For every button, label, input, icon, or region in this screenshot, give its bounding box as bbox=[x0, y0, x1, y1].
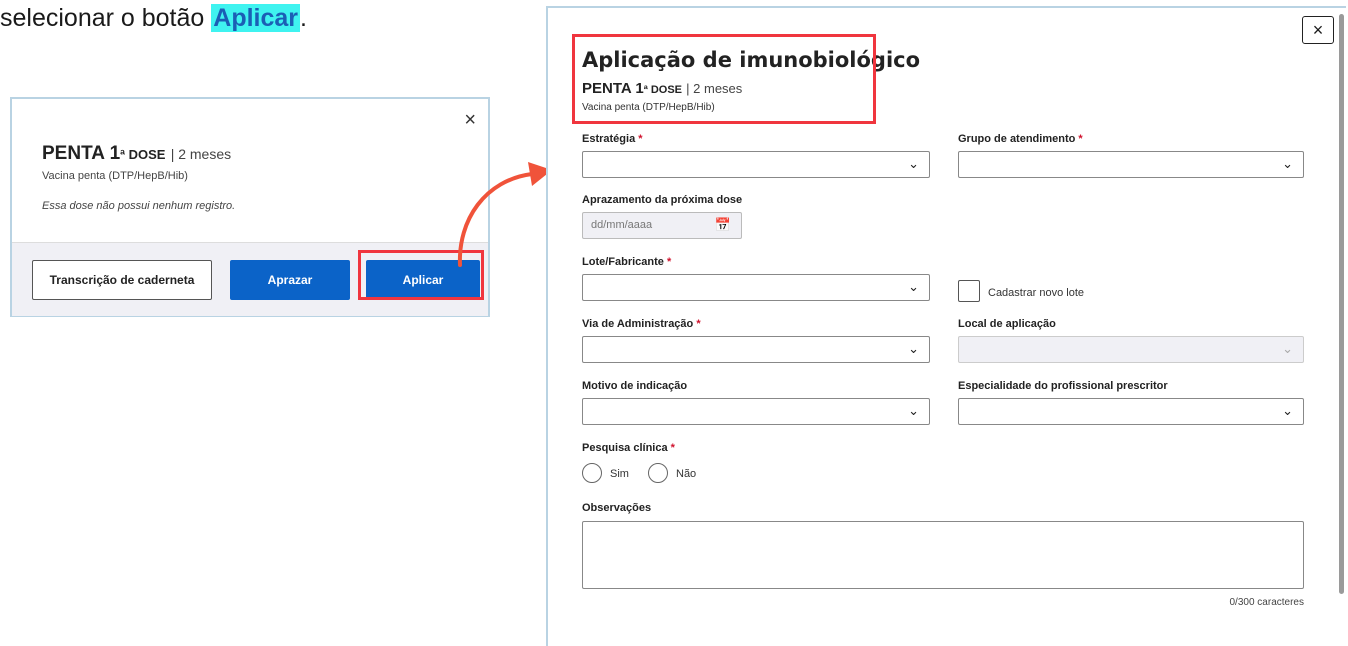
chevron-down-icon: ⌄ bbox=[908, 403, 919, 418]
via-label: Via de Administração * bbox=[582, 318, 701, 330]
char-counter: 0/300 caracteres bbox=[1229, 597, 1305, 608]
instruction-suffix: . bbox=[300, 4, 307, 32]
vaccine-description: Vacina penta (DTP/HepB/Hib) bbox=[42, 170, 188, 182]
especialidade-label: Especialidade do profissional prescritor bbox=[958, 380, 1168, 392]
chevron-down-icon: ⌄ bbox=[1282, 156, 1293, 171]
sim-label: Sim bbox=[610, 468, 629, 480]
close-button[interactable]: × bbox=[1302, 16, 1334, 44]
lote-select[interactable]: ⌄ bbox=[582, 274, 930, 301]
title-highlight-box bbox=[572, 34, 876, 124]
local-label: Local de aplicação bbox=[958, 318, 1056, 330]
vaccine-name: PENTA bbox=[42, 143, 105, 164]
motivo-label: Motivo de indicação bbox=[582, 380, 688, 392]
grupo-select[interactable]: ⌄ bbox=[958, 151, 1304, 178]
close-icon[interactable]: × bbox=[464, 109, 476, 132]
date-placeholder: dd/mm/aaaa bbox=[591, 219, 653, 231]
dose-suffix: ª DOSE bbox=[120, 147, 166, 162]
novo-lote-label: Cadastrar novo lote bbox=[988, 287, 1084, 299]
no-record-text: Essa dose não possui nenhum registro. bbox=[42, 200, 236, 212]
estrategia-label: Estratégia * bbox=[582, 133, 643, 145]
transcricao-button[interactable]: Transcrição de caderneta bbox=[32, 260, 212, 300]
dose-age: | 2 meses bbox=[170, 146, 232, 162]
dose-number: 1 bbox=[109, 143, 121, 164]
observacoes-label: Observações bbox=[582, 502, 652, 514]
scrollbar[interactable] bbox=[1339, 14, 1344, 594]
motivo-select[interactable]: ⌄ bbox=[582, 398, 930, 425]
calendar-icon[interactable]: 📅 bbox=[715, 217, 731, 233]
nao-label: Não bbox=[676, 468, 697, 480]
instruction-highlight: Aplicar bbox=[211, 4, 301, 32]
lote-label: Lote/Fabricante * bbox=[582, 256, 672, 268]
especialidade-select[interactable]: ⌄ bbox=[958, 398, 1304, 425]
nao-radio[interactable] bbox=[648, 463, 668, 483]
estrategia-select[interactable]: ⌄ bbox=[582, 151, 930, 178]
aprazar-button[interactable]: Aprazar bbox=[230, 260, 350, 300]
pesquisa-label: Pesquisa clínica * bbox=[582, 442, 675, 454]
chevron-down-icon: ⌄ bbox=[1282, 341, 1293, 356]
chevron-down-icon: ⌄ bbox=[908, 156, 919, 171]
local-select[interactable]: ⌄ bbox=[958, 336, 1304, 363]
aprazamento-label: Aprazamento da próxima dose bbox=[582, 194, 743, 206]
grupo-label: Grupo de atendimento * bbox=[958, 133, 1083, 145]
chevron-down-icon: ⌄ bbox=[908, 341, 919, 356]
via-select[interactable]: ⌄ bbox=[582, 336, 930, 363]
observacoes-textarea[interactable] bbox=[582, 521, 1304, 589]
sim-radio[interactable] bbox=[582, 463, 602, 483]
aplicacao-dialog: × Aplicação de imunobiológico PENTA 1ª D… bbox=[546, 6, 1346, 646]
chevron-down-icon: ⌄ bbox=[908, 279, 919, 294]
arrow-icon bbox=[457, 162, 552, 267]
novo-lote-checkbox[interactable] bbox=[958, 280, 980, 302]
dose-title: PENTA 1ª DOSE | 2 meses bbox=[42, 143, 231, 165]
instruction-text: selecionar o botão Aplicar. bbox=[0, 4, 307, 33]
chevron-down-icon: ⌄ bbox=[1282, 403, 1293, 418]
instruction-prefix: selecionar o botão bbox=[0, 4, 212, 32]
aprazamento-date-input[interactable]: dd/mm/aaaa 📅 bbox=[582, 212, 742, 239]
